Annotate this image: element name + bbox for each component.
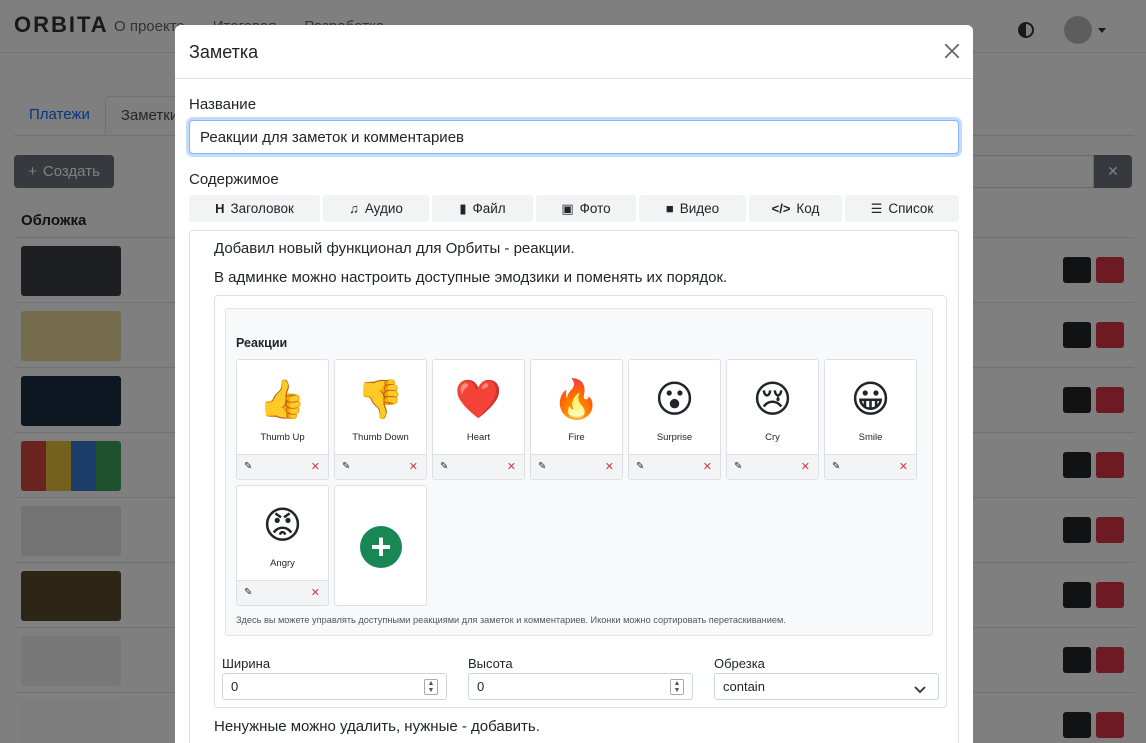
name-input[interactable] <box>189 120 959 154</box>
plus-circle-icon: + <box>360 526 402 568</box>
crop-value: contain <box>723 679 765 694</box>
spinner-icon[interactable]: ▲ ▼ <box>670 679 684 695</box>
delete-icon: ✕ <box>604 461 614 473</box>
delete-icon: ✕ <box>800 461 810 473</box>
card-footer: ✎ ✕ <box>629 454 720 479</box>
edit-icon: ✎ <box>440 461 449 472</box>
edit-icon: ✎ <box>832 461 841 472</box>
paragraph[interactable]: Добавил новый функционал для Орбиты - ре… <box>214 240 575 257</box>
modal-header: Заметка <box>175 25 973 79</box>
embedded-screenshot: Реакции 👍 Thumb Up ✎ ✕ 👎 Thumb Down ✎ ✕ ❤️… <box>225 308 933 636</box>
reaction-name: Fire <box>568 432 585 443</box>
height-input[interactable]: 0 ▲ ▼ <box>468 673 693 700</box>
card-footer: ✎ ✕ <box>727 454 818 479</box>
reaction-name: Thumb Up <box>260 432 305 443</box>
reaction-card: 👎 Thumb Down ✎ ✕ <box>334 359 427 480</box>
reaction-card: 😮 Surprise ✎ ✕ <box>628 359 721 480</box>
surprise-emoji: 😮 <box>654 379 695 421</box>
reaction-card: 😢 Cry ✎ ✕ <box>726 359 819 480</box>
angry-emoji: 😡 <box>262 505 303 547</box>
delete-icon: ✕ <box>702 461 712 473</box>
reaction-name: Angry <box>270 558 295 569</box>
file-icon: ▮ <box>459 200 467 216</box>
reaction-name: Smile <box>858 432 883 443</box>
audio-button[interactable]: ♫ Аудио <box>323 195 429 222</box>
paragraph[interactable]: Ненужные можно удалить, нужные - добавит… <box>214 718 540 735</box>
thumb-down-emoji: 👎 <box>356 379 405 421</box>
file-button[interactable]: ▮ Файл <box>432 195 533 222</box>
music-icon: ♫ <box>349 201 359 216</box>
content-label: Содержимое <box>189 171 279 188</box>
width-value: 0 <box>231 679 239 694</box>
file-label: Файл <box>472 201 506 216</box>
note-modal: Заметка Название Содержимое H Заголовок … <box>175 25 973 743</box>
spinner-icon[interactable]: ▲ ▼ <box>424 679 438 695</box>
delete-icon: ✕ <box>506 461 516 473</box>
width-input[interactable]: 0 ▲ ▼ <box>222 673 447 700</box>
fire-emoji: 🔥 <box>552 379 601 421</box>
edit-icon: ✎ <box>636 461 645 472</box>
card-footer: ✎ ✕ <box>531 454 622 479</box>
list-label: Список <box>888 201 934 216</box>
reaction-name: Thumb Down <box>352 432 409 443</box>
reaction-card: 👍 Thumb Up ✎ ✕ <box>236 359 329 480</box>
delete-icon: ✕ <box>408 461 418 473</box>
height-label: Высота <box>468 656 513 671</box>
add-reaction-card: + <box>334 485 427 606</box>
photo-label: Фото <box>579 201 611 216</box>
reaction-card: ❤️ Heart ✎ ✕ <box>432 359 525 480</box>
modal-title: Заметка <box>189 42 259 62</box>
edit-icon: ✎ <box>244 461 253 472</box>
height-value: 0 <box>477 679 485 694</box>
reaction-name: Heart <box>466 432 491 443</box>
image-icon: ▣ <box>561 200 574 216</box>
cry-emoji: 😢 <box>752 379 793 421</box>
reactions-title: Реакции <box>236 336 288 350</box>
thumb-up-emoji: 👍 <box>258 379 307 421</box>
width-label: Ширина <box>222 656 271 671</box>
reaction-name: Cry <box>765 432 780 443</box>
editor-toolbar: H Заголовок ♫ Аудио ▮ Файл ▣ Фото ■ Виде… <box>189 195 959 222</box>
list-button[interactable]: ☰ Список <box>845 195 959 222</box>
delete-icon: ✕ <box>310 461 320 473</box>
heading-icon: H <box>215 201 225 216</box>
crop-select[interactable]: contain <box>714 673 939 700</box>
edit-icon: ✎ <box>342 461 351 472</box>
crop-label: Обрезка <box>714 656 765 671</box>
heading-button[interactable]: H Заголовок <box>189 195 320 222</box>
edit-icon: ✎ <box>244 587 253 598</box>
reactions-hint: Здесь вы можете управлять доступными реа… <box>236 615 786 625</box>
edit-icon: ✎ <box>734 461 743 472</box>
close-icon[interactable] <box>943 42 961 60</box>
video-icon: ■ <box>665 201 674 216</box>
video-label: Видео <box>679 201 720 216</box>
list-icon: ☰ <box>870 200 883 216</box>
card-footer: ✎ ✕ <box>237 454 328 479</box>
delete-icon: ✕ <box>310 587 320 599</box>
video-button[interactable]: ■ Видео <box>639 195 746 222</box>
heart-emoji: ❤️ <box>454 379 503 421</box>
edit-icon: ✎ <box>538 461 547 472</box>
chevron-down-icon <box>914 682 926 697</box>
smile-emoji: 😀 <box>850 379 891 421</box>
reaction-card: 😡 Angry ✎ ✕ <box>236 485 329 606</box>
name-label: Название <box>189 96 257 113</box>
card-footer: ✎ ✕ <box>433 454 524 479</box>
code-icon: </> <box>771 201 791 216</box>
delete-icon: ✕ <box>898 461 908 473</box>
image-block[interactable]: Реакции 👍 Thumb Up ✎ ✕ 👎 Thumb Down ✎ ✕ ❤️… <box>214 295 947 708</box>
code-button[interactable]: </> Код <box>749 195 842 222</box>
card-footer: ✎ ✕ <box>237 580 328 605</box>
reaction-name: Surprise <box>656 432 693 443</box>
reaction-card: 😀 Smile ✎ ✕ <box>824 359 917 480</box>
paragraph[interactable]: В админке можно настроить доступные эмод… <box>214 269 727 286</box>
card-footer: ✎ ✕ <box>825 454 916 479</box>
audio-label: Аудио <box>364 201 403 216</box>
content-editor[interactable]: Добавил новый функционал для Орбиты - ре… <box>189 230 959 743</box>
code-label: Код <box>796 201 820 216</box>
heading-label: Заголовок <box>230 201 294 216</box>
photo-button[interactable]: ▣ Фото <box>536 195 636 222</box>
card-footer: ✎ ✕ <box>335 454 426 479</box>
reaction-card: 🔥 Fire ✎ ✕ <box>530 359 623 480</box>
